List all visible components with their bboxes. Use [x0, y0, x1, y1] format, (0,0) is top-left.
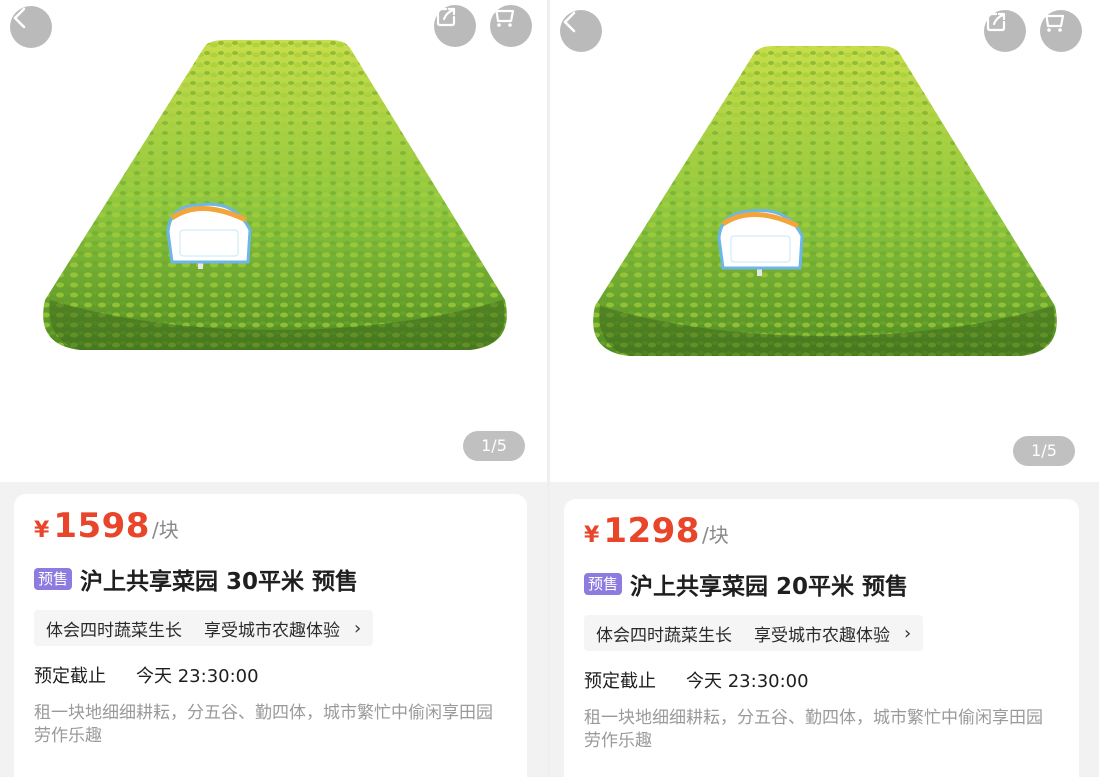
deadline-row: 预定截止 今天 23:30:00 [34, 662, 259, 688]
product-info-card: ¥ 1298 /块 预售 沪上共享菜园 20平米 预售 体会四时蔬菜生长 享受城… [564, 499, 1079, 777]
deadline-value: 今天 23:30:00 [136, 666, 259, 687]
price-row: ¥ 1298 /块 [584, 511, 729, 557]
feature-tags-bar[interactable]: 体会四时蔬菜生长 享受城市农趣体验 › [34, 610, 374, 646]
title-row: 预售 沪上共享菜园 20平米 预售 [584, 567, 908, 601]
back-button[interactable] [10, 6, 52, 48]
cart-button[interactable] [490, 5, 532, 47]
deadline-label: 预定截止 [584, 671, 656, 692]
price-value: 1298 [603, 511, 700, 551]
back-button[interactable] [560, 10, 602, 52]
garden-plot-image [593, 46, 1057, 356]
product-description: 租一块地细细耕耘，分五谷、勤四体，城市繁忙中偷闲享田园劳作乐趣 [34, 703, 493, 746]
presale-badge: 预售 [584, 573, 623, 595]
product-description: 租一块地细细耕耘，分五谷、勤四体，城市繁忙中偷闲享田园劳作乐趣 [584, 708, 1043, 751]
product-title: 沪上共享菜园 30平米 预售 [80, 569, 359, 595]
product-image-carousel[interactable]: 1/5 [550, 0, 1099, 482]
currency-symbol: ¥ [584, 523, 600, 548]
price-unit: /块 [151, 518, 179, 542]
feature-tag: 体会四时蔬菜生长 [46, 620, 182, 641]
product-panel-left: 1/5 ¥ 1598 /块 预售 沪上共享菜园 30平米 预售 体会四时蔬菜生长… [0, 0, 547, 777]
title-row: 预售 沪上共享菜园 30平米 预售 [34, 562, 358, 596]
price-unit: /块 [701, 523, 729, 547]
garden-plot-image [43, 40, 507, 350]
product-panel-right: 1/5 ¥ 1298 /块 预售 沪上共享菜园 20平米 预售 体会四时蔬菜生长… [550, 0, 1099, 777]
share-icon [986, 12, 1006, 32]
feature-tags-bar[interactable]: 体会四时蔬菜生长 享受城市农趣体验 › [584, 615, 924, 651]
cart-icon [1040, 11, 1065, 32]
deadline-row: 预定截止 今天 23:30:00 [584, 667, 809, 693]
feature-tag: 享受城市农趣体验 [204, 620, 340, 641]
feature-tag: 享受城市农趣体验 [754, 625, 890, 646]
product-info-card: ¥ 1598 /块 预售 沪上共享菜园 30平米 预售 体会四时蔬菜生长 享受城… [14, 494, 527, 777]
garden-sign [717, 209, 804, 276]
image-counter: 1/5 [463, 431, 525, 461]
back-chevron-icon [563, 11, 576, 33]
share-button[interactable] [984, 10, 1026, 52]
chevron-right-icon: › [354, 617, 362, 639]
presale-badge: 预售 [34, 568, 73, 590]
back-chevron-icon [13, 7, 26, 29]
chevron-right-icon: › [904, 622, 912, 644]
image-counter: 1/5 [1013, 436, 1075, 466]
deadline-label: 预定截止 [34, 666, 106, 687]
currency-symbol: ¥ [34, 518, 50, 543]
garden-sign [166, 202, 252, 269]
price-row: ¥ 1598 /块 [34, 506, 179, 552]
cart-icon [490, 6, 515, 27]
product-image-carousel[interactable]: 1/5 [0, 0, 547, 482]
deadline-value: 今天 23:30:00 [686, 671, 809, 692]
feature-tag: 体会四时蔬菜生长 [596, 625, 732, 646]
price-value: 1598 [53, 506, 150, 546]
product-title: 沪上共享菜园 20平米 预售 [630, 574, 909, 600]
cart-button[interactable] [1040, 10, 1082, 52]
share-icon [436, 7, 456, 27]
share-button[interactable] [434, 5, 476, 47]
